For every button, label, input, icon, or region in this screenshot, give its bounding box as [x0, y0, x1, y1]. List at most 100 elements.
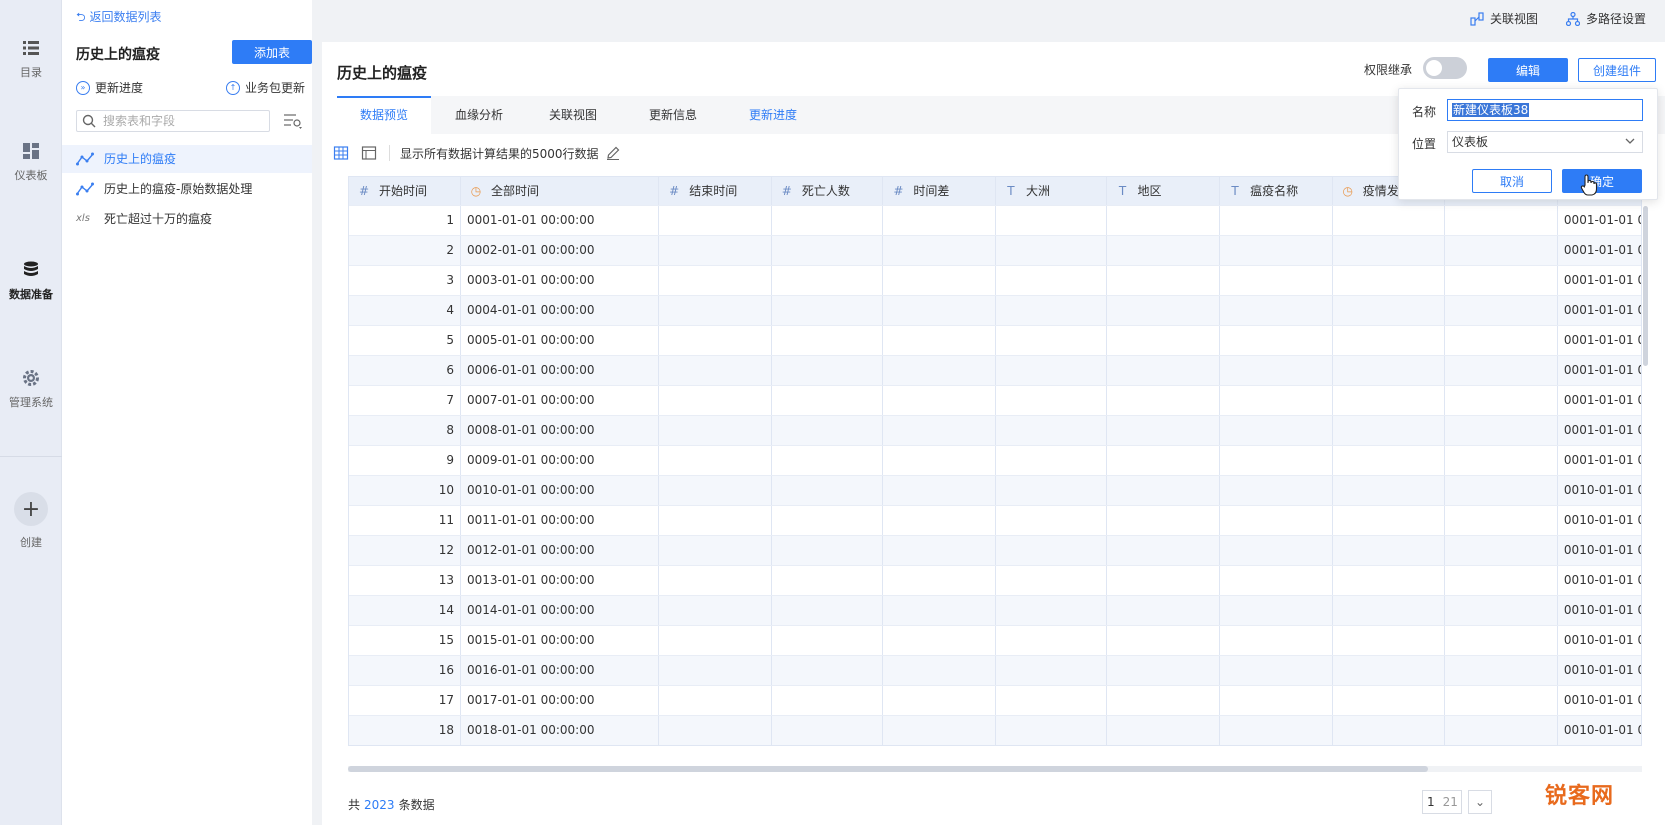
table-cell[interactable]	[995, 535, 1108, 566]
table-cell[interactable]	[658, 655, 772, 686]
table-cell[interactable]	[882, 685, 996, 716]
table-cell[interactable]: 0012-01-01 00:00:00	[460, 535, 660, 566]
table-cell[interactable]	[1106, 355, 1221, 386]
rail-item-data-prep[interactable]: 数据准备	[0, 260, 62, 302]
table-cell[interactable]: 0011-01-01 00:00:00	[460, 505, 660, 536]
table-cell[interactable]	[995, 715, 1108, 745]
table-cell[interactable]	[1444, 475, 1558, 506]
table-cell[interactable]	[995, 655, 1108, 686]
table-cell[interactable]	[1444, 685, 1558, 716]
scrollbar-thumb[interactable]	[348, 766, 1428, 772]
table-row[interactable]: 10001-01-01 00:00:00 0001-01-01 00:00:0	[349, 205, 1641, 236]
table-cell[interactable]	[658, 235, 772, 266]
table-cell[interactable]	[1219, 535, 1333, 566]
table-cell[interactable]	[1444, 505, 1558, 536]
table-cell[interactable]	[771, 625, 884, 656]
table-cell[interactable]	[995, 625, 1108, 656]
table-cell[interactable]	[995, 685, 1108, 716]
add-table-button[interactable]: 添加表	[232, 40, 312, 64]
table-cell[interactable]	[1444, 265, 1558, 296]
table-cell[interactable]: 7	[349, 385, 462, 416]
table-cell[interactable]: 0010-01-01 00:00:00	[460, 475, 660, 506]
table-cell[interactable]	[659, 745, 772, 746]
multipath-settings-link[interactable]: 多路径设置	[1566, 10, 1646, 27]
table-cell[interactable]	[771, 295, 884, 326]
table-cell[interactable]: 0001-01-01 00:00:0	[1557, 445, 1641, 476]
table-cell[interactable]	[1219, 355, 1333, 386]
tab-relation-view[interactable]: 关联视图	[531, 96, 615, 134]
table-cell[interactable]	[771, 205, 884, 236]
rail-item-create[interactable]: + 创建	[0, 492, 62, 550]
table-cell[interactable]: 2	[349, 235, 462, 266]
table-cell[interactable]	[1332, 595, 1446, 626]
table-cell[interactable]	[1219, 295, 1333, 326]
table-cell[interactable]	[1332, 325, 1446, 356]
table-cell[interactable]	[1444, 295, 1558, 326]
table-cell[interactable]	[771, 475, 884, 506]
table-cell[interactable]: 0010-01-01 00:00:0	[1557, 715, 1641, 745]
table-cell[interactable]: 0010-01-01 00:00:0	[1557, 505, 1641, 536]
table-cell[interactable]: 16	[349, 655, 462, 686]
table-cell[interactable]	[1106, 625, 1221, 656]
table-cell[interactable]	[1219, 265, 1333, 296]
table-cell[interactable]	[1219, 565, 1333, 596]
table-cell[interactable]	[658, 295, 772, 326]
table-cell[interactable]	[1444, 205, 1558, 236]
table-cell[interactable]	[1332, 295, 1446, 326]
table-cell[interactable]	[882, 415, 996, 446]
table-cell[interactable]: 9	[349, 445, 462, 476]
table-cell[interactable]	[1106, 235, 1221, 266]
table-cell[interactable]	[1332, 715, 1446, 745]
table-cell[interactable]	[1106, 715, 1221, 745]
table-cell[interactable]	[882, 565, 996, 596]
layout-view-icon[interactable]	[361, 145, 377, 161]
table-cell[interactable]	[1332, 235, 1446, 266]
table-cell[interactable]	[658, 595, 772, 626]
table-row[interactable]: 50005-01-01 00:00:00 0001-01-01 00:00:0	[349, 325, 1641, 356]
table-cell[interactable]	[995, 235, 1108, 266]
table-cell[interactable]	[1219, 625, 1333, 656]
table-cell[interactable]: 0005-01-01 00:00:00	[460, 325, 660, 356]
tree-item[interactable]: 历史上的瘟疫-原始数据处理	[62, 175, 312, 203]
table-cell[interactable]	[1332, 205, 1446, 236]
pencil-icon[interactable]	[605, 145, 621, 161]
table-cell[interactable]: 0001-01-01 00:00:0	[1557, 355, 1641, 386]
column-header[interactable]: # 结束时间	[658, 177, 772, 206]
column-header[interactable]: # 开始时间	[349, 177, 462, 206]
table-cell[interactable]	[1444, 625, 1558, 656]
column-header[interactable]: # 时间差	[882, 177, 996, 206]
table-cell[interactable]	[882, 505, 996, 536]
tab-update-info[interactable]: 更新信息	[631, 96, 715, 134]
table-cell[interactable]	[1219, 715, 1333, 745]
table-cell[interactable]	[882, 265, 996, 296]
table-cell[interactable]	[1106, 415, 1221, 446]
table-cell[interactable]	[1444, 385, 1558, 416]
table-cell[interactable]	[1332, 385, 1446, 416]
table-cell[interactable]: 0017-01-01 00:00:00	[460, 685, 660, 716]
table-cell[interactable]: 14	[349, 595, 462, 626]
table-cell[interactable]	[1106, 325, 1221, 356]
table-cell[interactable]	[771, 325, 884, 356]
table-cell[interactable]	[1106, 265, 1221, 296]
table-cell[interactable]	[771, 415, 884, 446]
table-cell[interactable]	[658, 475, 772, 506]
edit-button[interactable]: 编辑	[1488, 58, 1568, 82]
table-cell[interactable]	[1444, 445, 1558, 476]
table-cell[interactable]: 0001-01-01 00:00:0	[1557, 415, 1641, 446]
table-cell[interactable]	[771, 385, 884, 416]
table-cell[interactable]	[1332, 655, 1446, 686]
tree-item[interactable]: xls 死亡超过十万的瘟疫	[62, 205, 312, 233]
table-cell[interactable]	[771, 715, 884, 745]
rail-item-dashboard[interactable]: 仪表板	[0, 141, 62, 183]
table-cell[interactable]: 13	[349, 565, 462, 596]
relation-view-link[interactable]: 关联视图	[1470, 10, 1538, 27]
table-cell[interactable]	[1332, 745, 1445, 746]
table-cell[interactable]	[995, 325, 1108, 356]
table-row[interactable]: 70007-01-01 00:00:00 0001-01-01 00:00:0	[349, 385, 1641, 416]
table-cell[interactable]	[882, 205, 996, 236]
table-row[interactable]: 110011-01-01 00:00:00 0010-01-01 00:00:0	[349, 505, 1641, 536]
table-cell[interactable]: 15	[349, 625, 462, 656]
table-cell[interactable]	[1332, 415, 1446, 446]
table-row[interactable]: 120012-01-01 00:00:00 0010-01-01 00:00:0	[349, 535, 1641, 566]
table-cell[interactable]	[658, 565, 772, 596]
